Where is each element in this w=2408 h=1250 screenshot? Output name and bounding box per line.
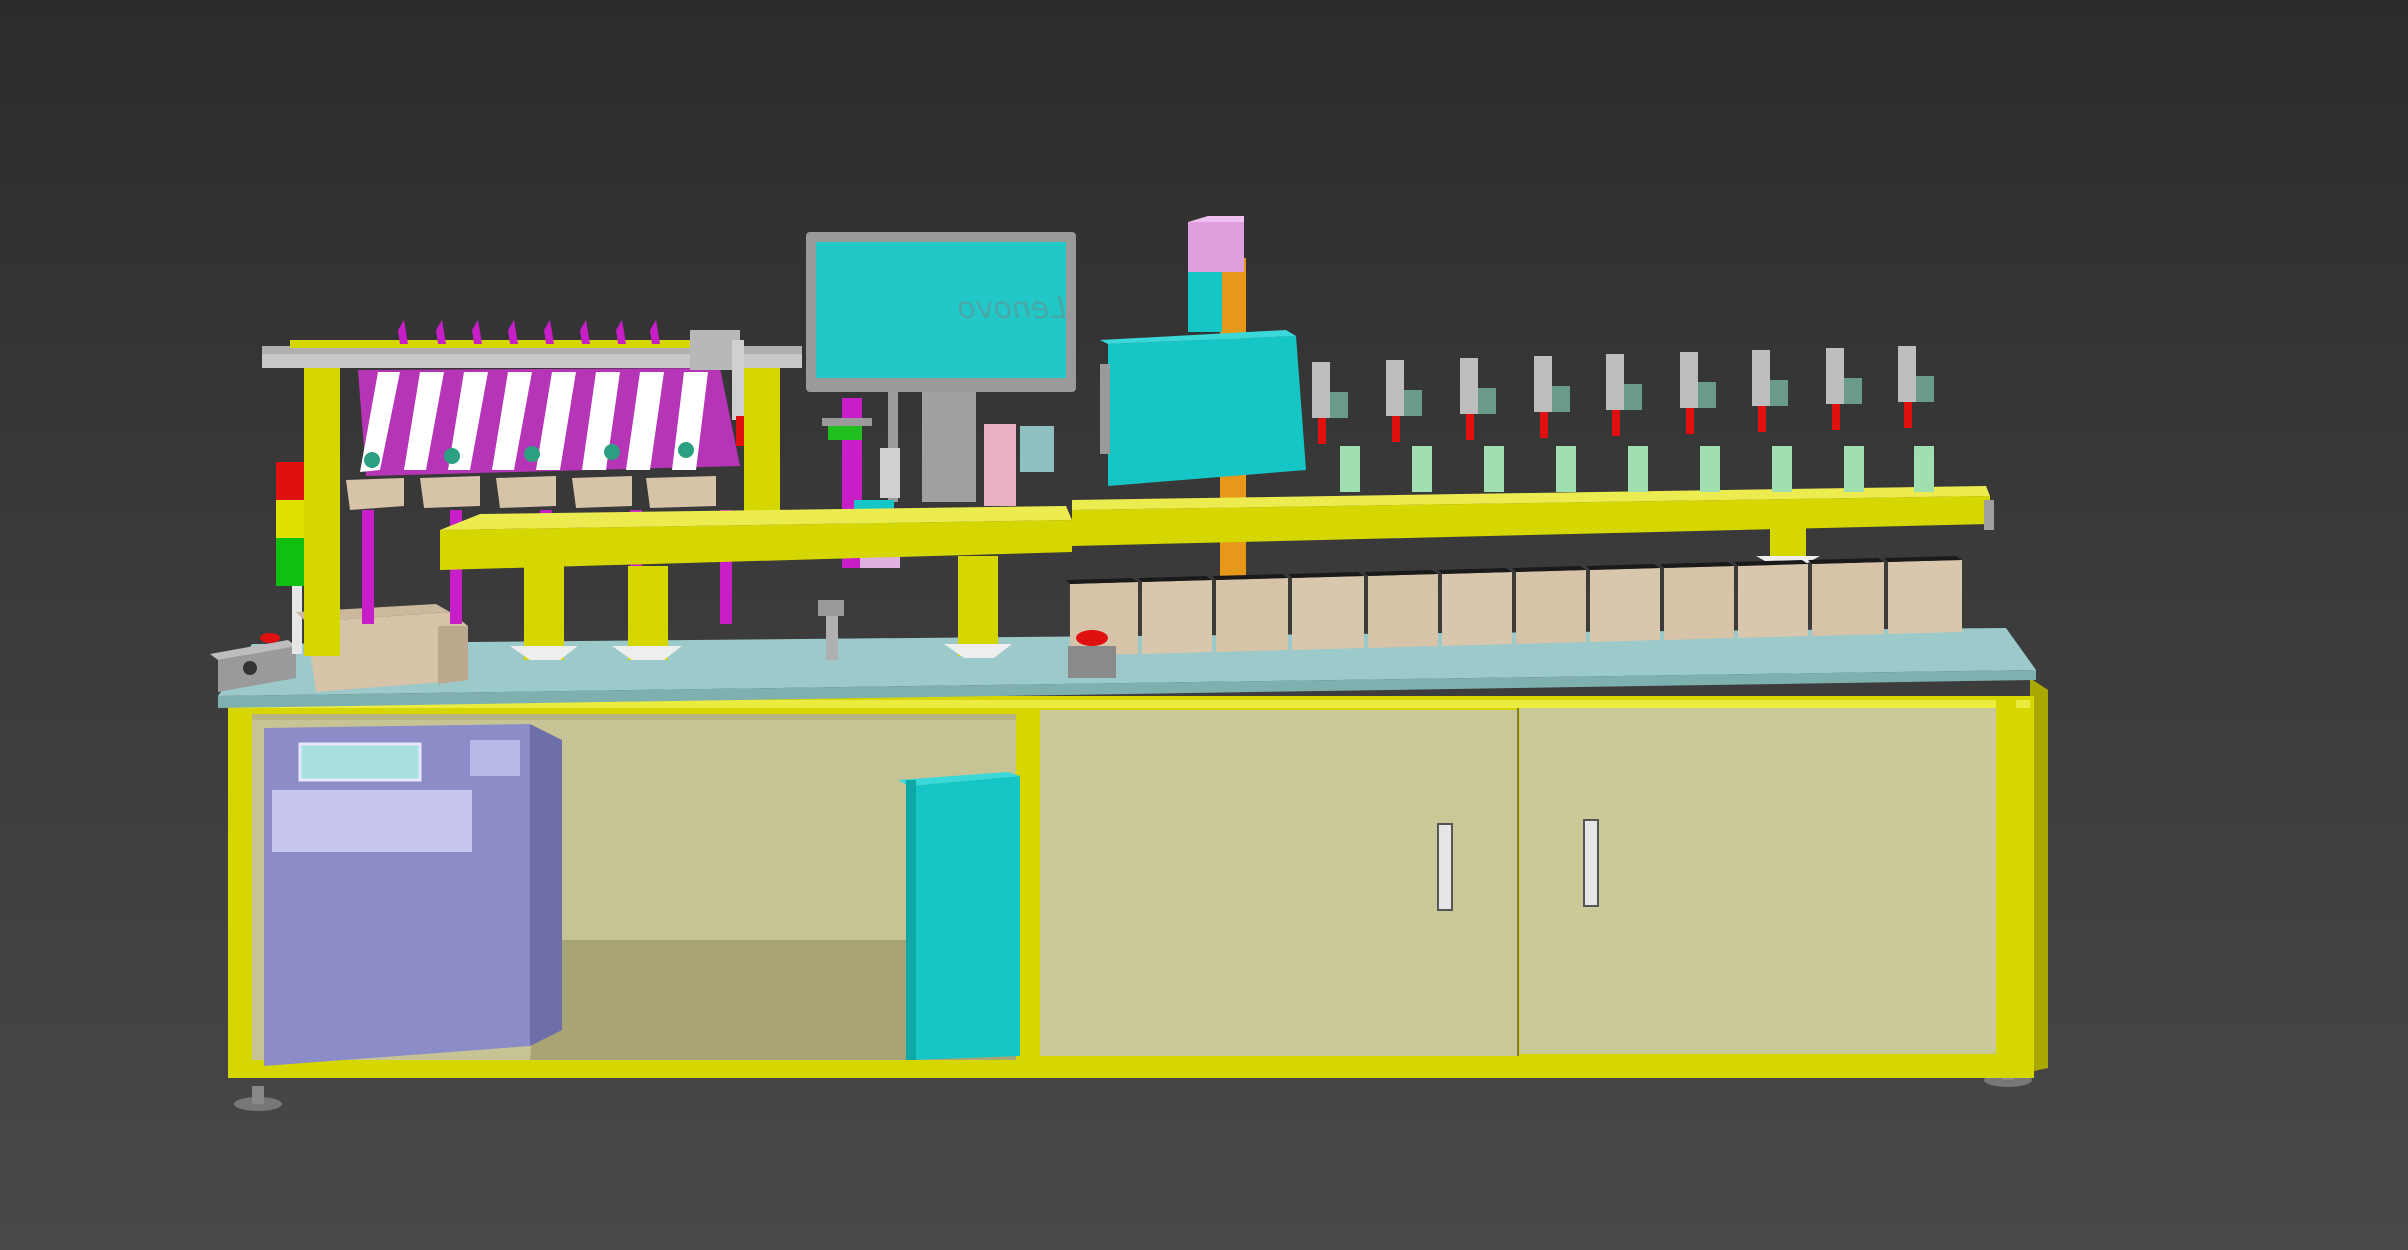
teal-enclosure bbox=[898, 772, 1020, 1060]
panel-display bbox=[298, 742, 422, 782]
carton-5 bbox=[1364, 570, 1438, 648]
carton-1 bbox=[1066, 578, 1138, 656]
carton-9 bbox=[1660, 562, 1734, 640]
screwdriver-5 bbox=[1606, 354, 1648, 492]
door-handle-right bbox=[1583, 819, 1599, 907]
screwdriver-6 bbox=[1680, 352, 1720, 492]
carton-7 bbox=[1512, 566, 1586, 644]
carton-8 bbox=[1586, 564, 1660, 642]
screwdriver-3 bbox=[1460, 358, 1504, 492]
conveyor-right bbox=[1072, 486, 1994, 566]
signal-light-red bbox=[276, 462, 304, 500]
screwdriver-7 bbox=[1752, 350, 1792, 492]
screwdriver-8 bbox=[1826, 348, 1864, 492]
signal-light-yellow bbox=[276, 500, 304, 538]
3d-viewport[interactable]: Lenovo bbox=[0, 0, 2408, 1250]
control-panel bbox=[264, 724, 562, 1066]
panel-function-keys bbox=[470, 740, 520, 776]
screwdriver-9 bbox=[1898, 346, 1934, 492]
monitor-logo-text: Lenovo bbox=[957, 291, 1066, 326]
screwdriver-2 bbox=[1386, 360, 1432, 492]
carton-10 bbox=[1734, 560, 1808, 638]
carton-6 bbox=[1438, 568, 1512, 646]
carton-11 bbox=[1808, 558, 1884, 636]
screwdriver-1 bbox=[1312, 362, 1360, 492]
signal-light-green bbox=[276, 538, 304, 586]
screwdriver-stations bbox=[1312, 346, 1934, 492]
carton-4 bbox=[1288, 572, 1364, 650]
carton-2 bbox=[1138, 576, 1212, 654]
conveyor-left bbox=[440, 506, 1072, 660]
emergency-stop-center bbox=[1076, 630, 1108, 646]
door-handle-left bbox=[1437, 823, 1453, 911]
carton-3 bbox=[1212, 574, 1288, 652]
emergency-stop-button bbox=[260, 633, 280, 643]
panel-keypad bbox=[272, 790, 472, 852]
teal-press-head bbox=[1100, 330, 1306, 486]
carton-12 bbox=[1884, 556, 1962, 634]
machine-scene: Lenovo bbox=[210, 216, 2048, 1111]
screwdriver-4 bbox=[1534, 356, 1576, 492]
signal-tower bbox=[276, 462, 304, 654]
